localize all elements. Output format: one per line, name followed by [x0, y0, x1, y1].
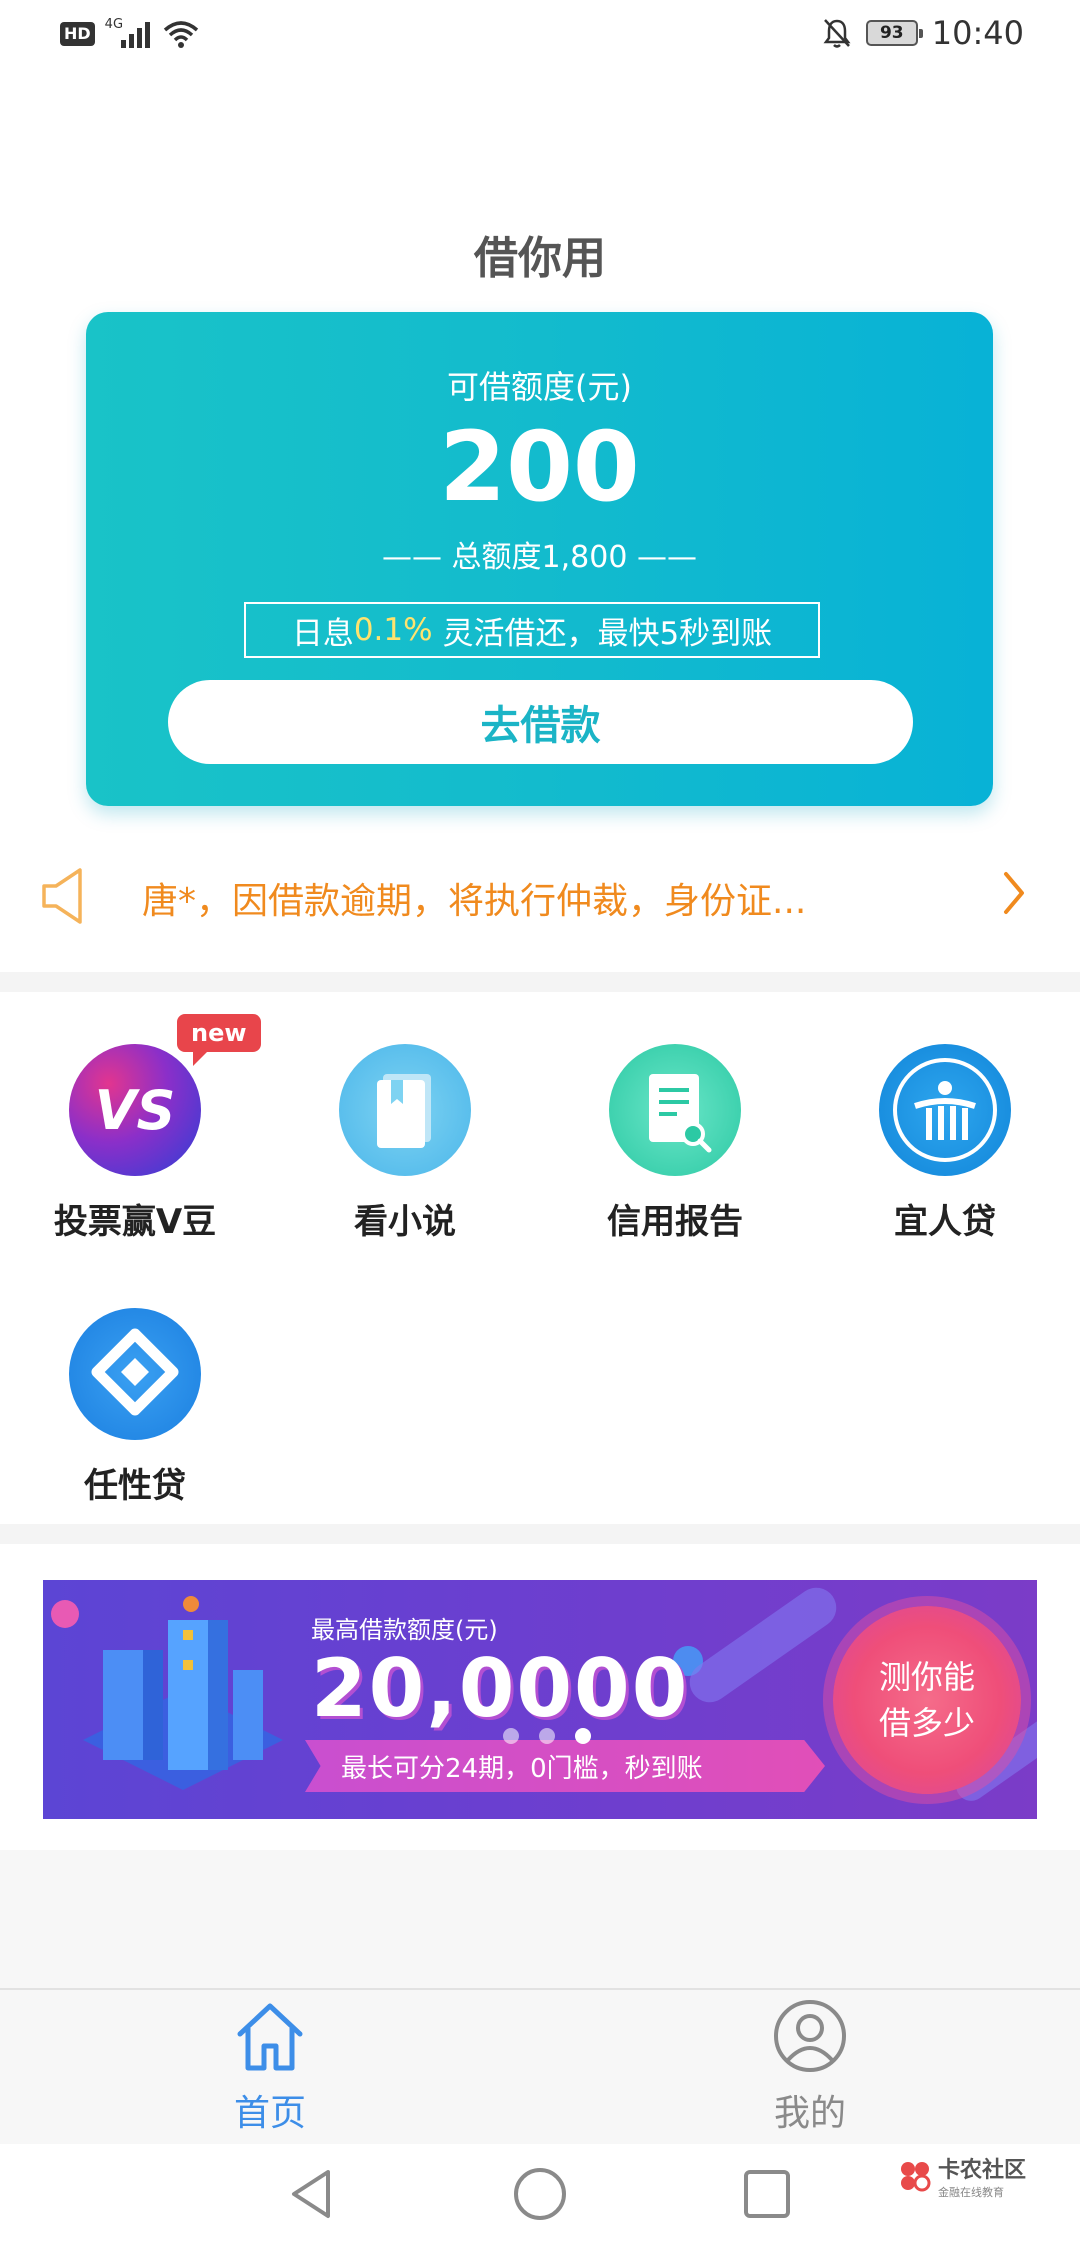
city-buildings-illustration [83, 1596, 283, 1790]
back-icon[interactable] [286, 2166, 336, 2222]
clock: 10:40 [931, 14, 1024, 52]
status-bar: HD 4G 93 10:40 [0, 0, 1080, 72]
total-limit-label: —— 总额度1,800 —— [382, 540, 697, 575]
profile-icon [774, 2000, 846, 2072]
vs-vote-icon: VS new [69, 1014, 261, 1176]
credit-limit-card: 可借额度(元) 200 —— 总额度1,800 —— 日息 0.1% 灵活借还，最… [86, 312, 993, 806]
service-item-yirendai[interactable]: 宜人贷 [810, 1044, 1080, 1243]
banner-pagination [503, 1728, 591, 1744]
network-type-label: 4G [104, 16, 124, 32]
banner-decor-stripe [681, 1580, 845, 1711]
page-title: 借你用 [474, 233, 606, 284]
hd-icon: HD [60, 22, 95, 46]
borrow-button[interactable]: 去借款 [168, 680, 913, 764]
notice-text[interactable]: 唐*，因借款逾期，将执行仲裁，身份证... [142, 872, 806, 924]
service-item-credit-report[interactable]: 信用报告 [540, 1044, 810, 1243]
service-item-renxingdai[interactable]: 任性贷 [0, 1308, 270, 1507]
cta-line1: 测你能 [878, 1658, 975, 1696]
banner-cta-button[interactable]: 测你能 借多少 [833, 1606, 1021, 1794]
status-left: HD 4G [60, 16, 199, 48]
watermark-sub: 金融在线教育 [938, 2186, 1004, 2199]
signal-icon [121, 22, 151, 48]
nav-label-home: 首页 [233, 2093, 306, 2134]
pagination-dot[interactable] [503, 1728, 519, 1744]
banner-amount: 20,0000 [311, 1642, 690, 1735]
pagination-dot-active[interactable] [575, 1728, 591, 1744]
book-glyph-icon [377, 1074, 431, 1148]
watermark-text: 卡农社区 金融在线教育 [938, 2152, 1026, 2200]
speaker-icon [42, 868, 82, 924]
available-limit-label: 可借额度(元) [447, 368, 632, 406]
promo-rate: 0.1% [353, 612, 433, 648]
promo-banner[interactable]: 最高借款额度(元) 20,0000 最长可分24期，0门槛，秒到账 测你能 借多… [43, 1580, 1037, 1819]
pagination-dot[interactable] [539, 1728, 555, 1744]
interest-promo-box: 日息 0.1% 灵活借还，最快5秒到账 [244, 602, 820, 658]
yirendai-glyph-icon [893, 1058, 997, 1162]
service-item-novel[interactable]: 看小说 [270, 1044, 540, 1243]
service-label: 看小说 [354, 1202, 456, 1242]
banner-label: 最高借款额度(元) [311, 1616, 498, 1644]
nav-label-profile: 我的 [773, 2093, 846, 2134]
service-label: 信用报告 [607, 1202, 743, 1242]
battery-level: 93 [879, 23, 904, 43]
home-circle-icon[interactable] [512, 2166, 568, 2222]
content-bottom-area [0, 1850, 1080, 1988]
available-limit-amount: 200 [439, 411, 640, 523]
status-right: 93 10:40 [822, 14, 1024, 52]
home-icon [237, 2003, 303, 2071]
cta-line2: 借多少 [878, 1704, 975, 1742]
recents-icon[interactable] [742, 2168, 792, 2220]
bottom-nav: 首页 我的 [0, 1988, 1080, 2144]
section-divider [0, 1524, 1080, 1544]
nav-tab-profile[interactable]: 我的 [660, 1998, 960, 2136]
mute-bell-icon [823, 19, 851, 48]
service-item-vote[interactable]: VS new 投票赢V豆 [0, 1014, 270, 1243]
service-label: 宜人贷 [894, 1202, 996, 1242]
report-glyph-icon [649, 1074, 712, 1153]
watermark-name: 卡农社区 [938, 2158, 1027, 2183]
service-label: 投票赢V豆 [53, 1202, 217, 1242]
promo-suffix: 灵活借还，最快5秒到账 [432, 615, 773, 652]
renxingdai-logo-icon [69, 1308, 201, 1440]
new-badge: new [177, 1014, 261, 1066]
nav-tab-home[interactable]: 首页 [120, 1998, 420, 2136]
renxingdai-glyph-icon [91, 1328, 179, 1416]
book-icon [339, 1044, 471, 1176]
battery-icon: 93 [865, 20, 923, 46]
wifi-icon [163, 21, 199, 48]
service-label: 任性贷 [84, 1466, 186, 1506]
section-divider [0, 972, 1080, 992]
banner-ribbon: 最长可分24期，0门槛，秒到账 [305, 1740, 825, 1792]
vs-mark: VS [94, 1078, 176, 1142]
credit-report-icon [609, 1044, 741, 1176]
yirendai-logo-icon [879, 1044, 1011, 1176]
watermark: 卡农社区 金融在线教育 [898, 2152, 1026, 2200]
promo-prefix: 日息 [291, 615, 354, 652]
watermark-logo-icon [901, 2162, 931, 2192]
chevron-right-icon[interactable] [1000, 866, 1028, 920]
